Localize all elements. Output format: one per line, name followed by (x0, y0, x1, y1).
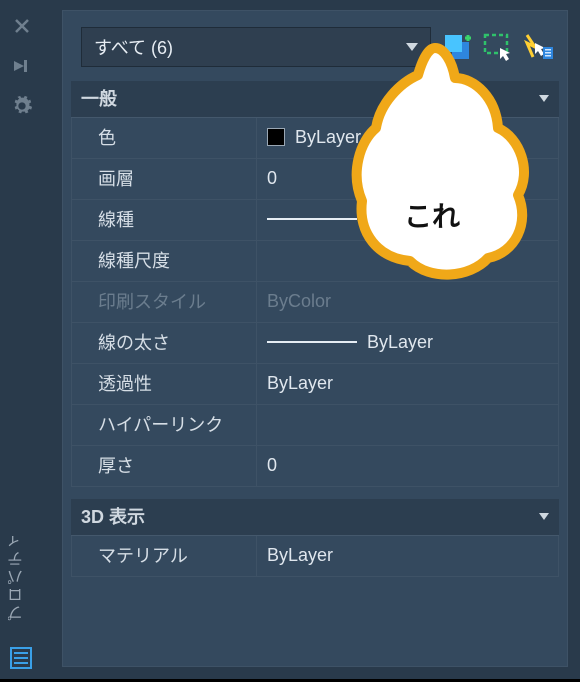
prop-label: 画層 (72, 159, 257, 199)
prop-row-material[interactable]: マテリアル ByLayer (72, 536, 558, 576)
prop-value: ByColor (267, 291, 331, 312)
pin-icon[interactable] (8, 52, 36, 80)
prop-label: 厚さ (72, 446, 257, 486)
chevron-down-icon (539, 513, 549, 520)
section-3d-header[interactable]: 3D 表示 (71, 499, 559, 536)
palette-rail: プロパティ (0, 0, 44, 679)
gear-icon[interactable] (8, 92, 36, 120)
prop-label: マテリアル (72, 536, 257, 576)
prop-label: ハイパーリンク (72, 405, 257, 445)
prop-row-plotstyle[interactable]: 印刷スタイル ByColor (72, 281, 558, 322)
prop-label: 線種尺度 (72, 241, 257, 281)
prop-value: ByLayer (367, 332, 433, 353)
prop-label: 印刷スタイル (72, 282, 257, 322)
prop-label: 色 (72, 118, 257, 158)
prop-value: ByLayer (367, 209, 433, 230)
prop-row-layer[interactable]: 画層 0 (72, 158, 558, 199)
prop-row-linetype[interactable]: 線種 ByLayer (72, 199, 558, 240)
close-icon[interactable] (8, 12, 36, 40)
prop-label: 透過性 (72, 364, 257, 404)
prop-row-hyperlink[interactable]: ハイパーリンク (72, 404, 558, 445)
prop-label: 線の太さ (72, 323, 257, 363)
prop-label: 線種 (72, 200, 257, 240)
object-type-dropdown[interactable]: すべて (6) (81, 27, 431, 67)
prop-row-thickness[interactable]: 厚さ 0 (72, 445, 558, 486)
linetype-sample (267, 218, 357, 220)
prop-value: ByLayer (295, 127, 361, 148)
properties-panel: すべて (6) (62, 10, 568, 667)
prop-row-ltscale[interactable]: 線種尺度 (72, 240, 558, 281)
select-objects-icon[interactable] (483, 32, 513, 62)
section-general-body: 色 ByLayer 画層 0 線種 ByLayer 線種尺度 印刷スタイル By… (71, 118, 559, 487)
section-general-header[interactable]: 一般 (71, 81, 559, 118)
section-3d-body: マテリアル ByLayer (71, 536, 559, 577)
chevron-down-icon (406, 43, 418, 51)
panel-toolbar: すべて (6) (63, 11, 567, 81)
prop-value: 0 (267, 168, 277, 189)
prop-value: 0 (267, 455, 277, 476)
chevron-down-icon (539, 95, 549, 102)
section-title: 3D 表示 (81, 503, 145, 529)
color-swatch (267, 128, 285, 146)
palette-menu-icon[interactable] (10, 647, 32, 669)
prop-row-color[interactable]: 色 ByLayer (72, 118, 558, 158)
quick-select-icon[interactable] (523, 32, 553, 62)
prop-row-transparency[interactable]: 透過性 ByLayer (72, 363, 558, 404)
dropdown-label: すべて (6) (94, 34, 173, 60)
toggle-pickadd-icon[interactable] (443, 32, 473, 62)
lineweight-sample (267, 341, 357, 343)
prop-row-lineweight[interactable]: 線の太さ ByLayer (72, 322, 558, 363)
prop-value: ByLayer (267, 373, 333, 394)
palette-title: プロパティ (6, 531, 30, 621)
prop-value: ByLayer (267, 545, 333, 566)
section-title: 一般 (81, 85, 117, 111)
